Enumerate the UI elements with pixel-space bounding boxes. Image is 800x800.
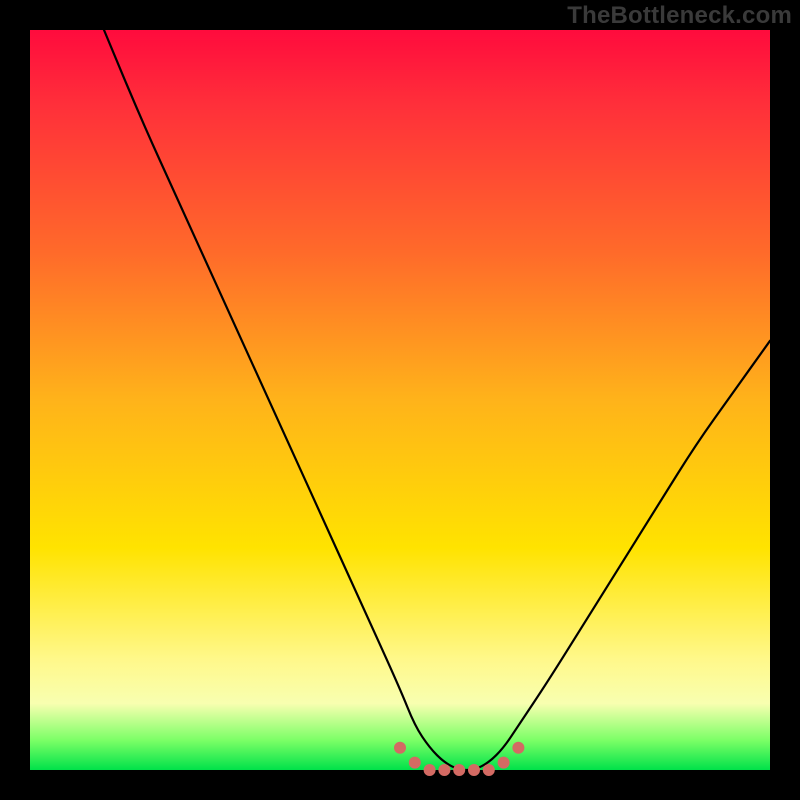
- plot-area: [30, 30, 770, 770]
- trough-dot: [424, 764, 436, 776]
- curve-layer: [30, 30, 770, 770]
- trough-dot: [468, 764, 480, 776]
- trough-dot: [409, 757, 421, 769]
- trough-dot: [453, 764, 465, 776]
- trough-dot: [498, 757, 510, 769]
- trough-dot: [438, 764, 450, 776]
- chart-stage: TheBottleneck.com: [0, 0, 800, 800]
- bottleneck-curve: [104, 30, 770, 770]
- trough-dot: [483, 764, 495, 776]
- trough-dot: [512, 742, 524, 754]
- watermark-text: TheBottleneck.com: [567, 2, 792, 30]
- trough-dot: [394, 742, 406, 754]
